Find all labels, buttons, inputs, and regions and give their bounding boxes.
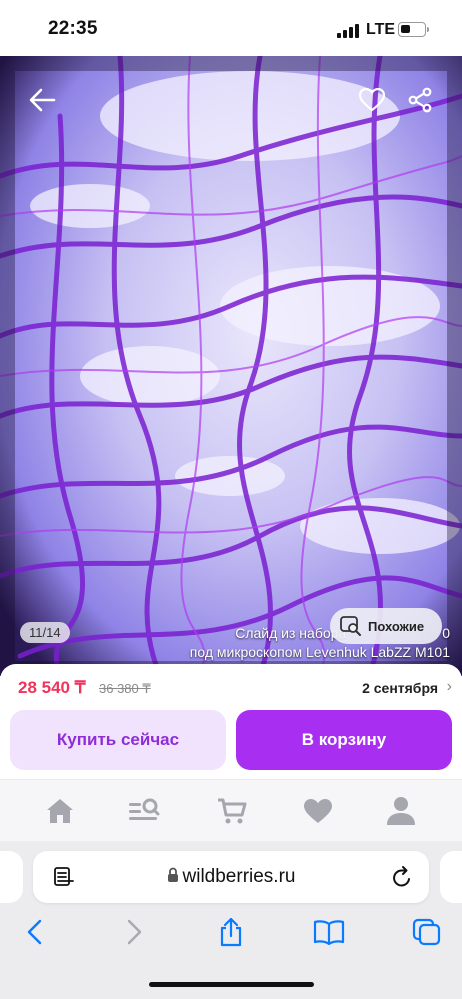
browser-tabs-button[interactable]	[410, 915, 444, 949]
favorites-icon	[304, 799, 332, 823]
share-icon	[408, 87, 432, 113]
catalog-search-icon	[129, 798, 160, 820]
share-button[interactable]	[400, 80, 440, 120]
status-time: 22:35	[48, 18, 98, 39]
browser-toolbar: wildberries.ru	[0, 841, 462, 999]
delivery-date[interactable]: 2 сентября	[362, 680, 438, 696]
previous-tab-pill[interactable]	[0, 851, 23, 903]
book-icon	[313, 920, 345, 945]
lock-icon	[167, 867, 178, 882]
favorite-button[interactable]	[352, 80, 392, 120]
profile-icon	[387, 797, 415, 825]
microscope-slide-image	[0, 56, 462, 676]
photo-counter: 11/14	[20, 622, 70, 643]
back-button[interactable]	[22, 80, 62, 120]
old-price: 36 380 ₸	[99, 681, 151, 696]
tab-home[interactable]	[43, 794, 77, 828]
arrow-left-icon	[29, 88, 56, 112]
similar-label: Похожие	[368, 618, 425, 634]
status-bar: 22:35 LTE	[0, 0, 462, 56]
browser-bookmarks-button[interactable]	[312, 915, 346, 949]
chevron-left-icon	[27, 919, 42, 945]
caption-line-2: под микроскопом Levenhuk LabZZ M101	[189, 644, 450, 660]
url-display[interactable]: wildberries.ru	[33, 866, 429, 888]
browser-share-button[interactable]	[214, 915, 248, 949]
url-text: wildberries.ru	[182, 866, 296, 887]
address-bar[interactable]: wildberries.ru	[33, 851, 429, 903]
heart-icon	[359, 88, 385, 112]
product-photo[interactable]: 11/14 Слайд из набора 0 под микроскопом L…	[0, 56, 462, 676]
tab-favorites[interactable]	[301, 794, 335, 828]
app-tab-bar	[0, 779, 462, 841]
add-to-cart-button[interactable]: В корзину	[236, 710, 452, 770]
tab-catalog[interactable]	[127, 794, 161, 828]
chevron-right-icon	[127, 919, 142, 945]
chevron-right-icon[interactable]: ›	[447, 678, 452, 696]
next-tab-pill[interactable]	[440, 851, 462, 903]
buy-now-button[interactable]: Купить сейчас	[10, 710, 226, 770]
browser-back-button[interactable]	[18, 915, 52, 949]
browser-forward-button[interactable]	[117, 915, 151, 949]
signal-strength-icon	[337, 24, 359, 38]
share-icon	[220, 917, 242, 947]
home-icon	[47, 799, 73, 823]
network-type: LTE	[366, 21, 396, 38]
image-search-icon	[340, 616, 361, 636]
similar-button[interactable]: Похожие	[330, 608, 442, 644]
product-purchase-panel: 28 540 ₸ 36 380 ₸ 2 сентября › Купить се…	[0, 664, 462, 779]
current-price: 28 540 ₸	[18, 678, 86, 697]
cart-icon	[218, 798, 247, 824]
tab-cart[interactable]	[215, 794, 249, 828]
tabs-icon	[412, 918, 441, 946]
reload-icon[interactable]	[391, 865, 413, 889]
caption-line-1-end: 0	[442, 625, 450, 641]
home-indicator[interactable]	[149, 982, 314, 987]
tab-profile[interactable]	[384, 794, 418, 828]
battery-icon	[398, 22, 426, 37]
